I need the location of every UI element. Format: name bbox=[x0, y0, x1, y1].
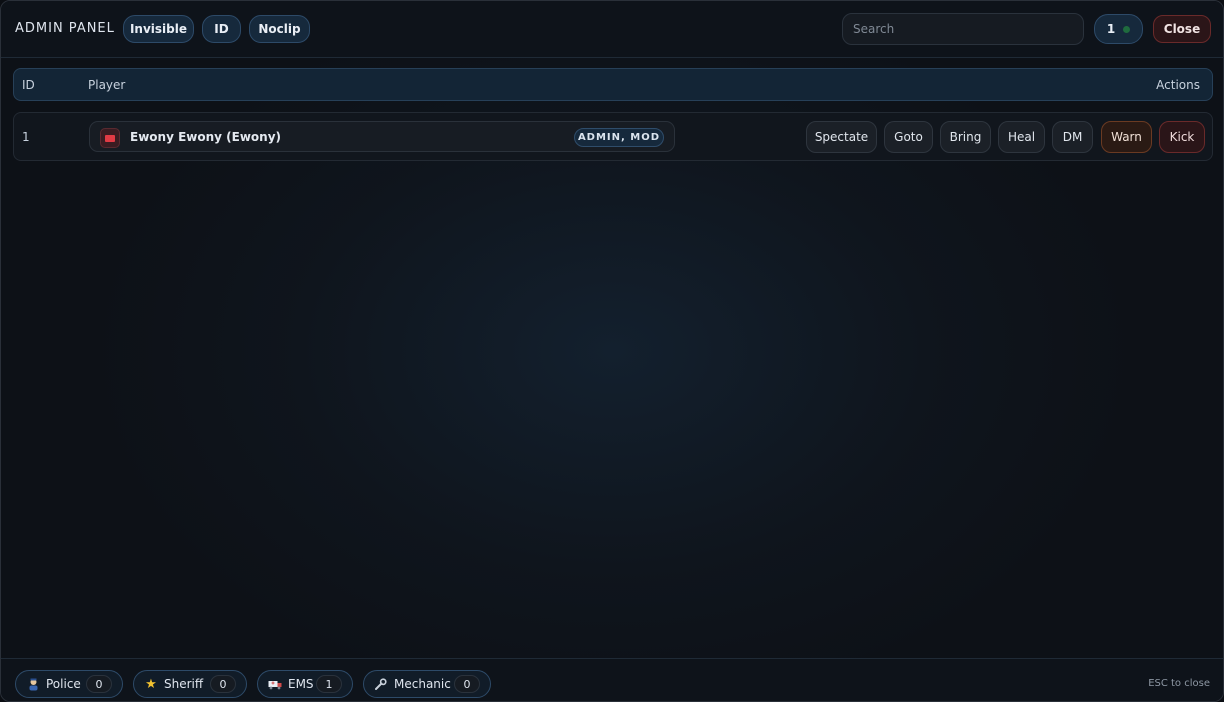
job-label: EMS bbox=[288, 677, 314, 691]
job-ems[interactable]: EMS 1 bbox=[257, 670, 353, 698]
close-button[interactable]: Close bbox=[1153, 15, 1211, 43]
online-status-dot-icon bbox=[1123, 25, 1131, 33]
admin-panel: ADMIN PANEL Invisible ID Noclip 1 Close … bbox=[0, 0, 1224, 702]
envelope-icon bbox=[100, 128, 120, 148]
column-header-id: ID bbox=[22, 78, 35, 92]
job-label: Mechanic bbox=[394, 677, 451, 691]
role-badge: ADMIN, MOD bbox=[574, 128, 664, 147]
toggle-id-button[interactable]: ID bbox=[202, 15, 241, 43]
player-id: 1 bbox=[22, 130, 30, 144]
toggle-invisible-button[interactable]: Invisible bbox=[123, 15, 194, 43]
job-count: 0 bbox=[210, 675, 236, 693]
column-header-player: Player bbox=[88, 78, 126, 92]
job-label: Sheriff bbox=[164, 677, 204, 691]
job-count: 1 bbox=[316, 675, 342, 693]
kick-button[interactable]: Kick bbox=[1159, 121, 1205, 153]
toggle-noclip-button[interactable]: Noclip bbox=[249, 15, 310, 43]
warn-button[interactable]: Warn bbox=[1101, 121, 1152, 153]
star-icon: ★ bbox=[145, 676, 157, 692]
bring-button[interactable]: Bring bbox=[940, 121, 991, 153]
wrench-icon bbox=[374, 677, 388, 691]
header-bar: ADMIN PANEL Invisible ID Noclip 1 Close bbox=[1, 1, 1223, 58]
job-mechanic[interactable]: Mechanic 0 bbox=[363, 670, 491, 698]
job-count: 0 bbox=[86, 675, 112, 693]
esc-hint: ESC to close bbox=[1148, 678, 1210, 689]
table-row: 1 Ewony Ewony (Ewony) ADMIN, MOD Spectat… bbox=[13, 112, 1213, 161]
table-header: ID Player Actions bbox=[13, 68, 1213, 101]
player-count: 1 bbox=[1106, 22, 1116, 36]
panel-title: ADMIN PANEL bbox=[15, 21, 115, 36]
spectate-button[interactable]: Spectate bbox=[806, 121, 877, 153]
search-input[interactable] bbox=[842, 13, 1084, 45]
player-name: Ewony Ewony (Ewony) bbox=[130, 130, 282, 144]
dm-button[interactable]: DM bbox=[1052, 121, 1093, 153]
job-label: Police bbox=[46, 677, 81, 691]
job-sheriff[interactable]: ★ Sheriff 0 bbox=[133, 670, 247, 698]
footer-bar: Police 0 ★ Sheriff 0 EMS 1 Mechanic 0 ES… bbox=[1, 658, 1223, 701]
job-count: 0 bbox=[454, 675, 480, 693]
player-count-badge: 1 bbox=[1094, 14, 1143, 44]
ambulance-icon bbox=[268, 677, 282, 691]
column-header-actions: Actions bbox=[1156, 78, 1200, 92]
job-police[interactable]: Police 0 bbox=[15, 670, 123, 698]
player-cell: Ewony Ewony (Ewony) ADMIN, MOD bbox=[89, 121, 675, 152]
heal-button[interactable]: Heal bbox=[998, 121, 1045, 153]
police-officer-icon bbox=[26, 677, 40, 691]
goto-button[interactable]: Goto bbox=[884, 121, 933, 153]
